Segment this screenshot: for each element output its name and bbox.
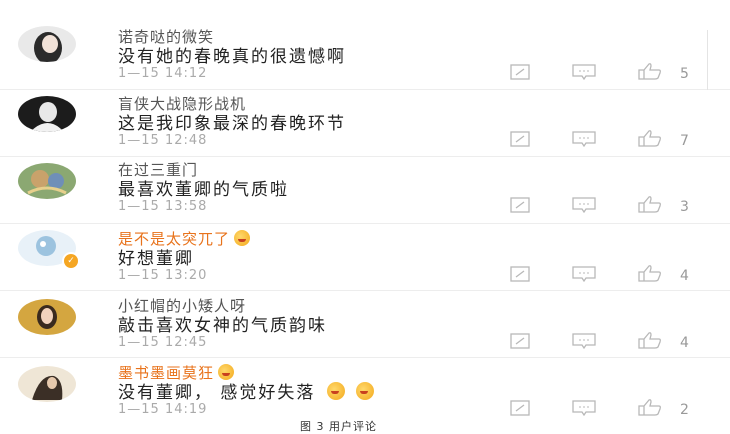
like-count: 7 <box>680 133 689 149</box>
reply-icon[interactable] <box>572 197 596 213</box>
comment-icon[interactable] <box>510 131 530 147</box>
like-count: 3 <box>680 199 689 215</box>
timestamp: 1—15 14:12 <box>118 66 208 81</box>
timestamp: 1—15 12:45 <box>118 335 208 350</box>
avatar[interactable] <box>18 26 76 62</box>
avatar[interactable] <box>18 366 76 402</box>
comment-icon[interactable] <box>510 197 530 213</box>
timestamp: 1—15 12:48 <box>118 133 208 148</box>
comment-text: 没有她的春晚真的很遗憾啊 <box>118 47 346 67</box>
comment-item: 小红帽的小矮人呀 敲击喜欢女神的气质韵味 1—15 12:45 4 <box>0 291 730 358</box>
comment-icon[interactable] <box>510 400 530 416</box>
timestamp: 1—15 14:19 <box>118 402 208 417</box>
comment-item: ✓ 是不是太突兀了 好想董卿 1—15 13:20 4 <box>0 224 730 291</box>
comment-item: 墨书墨画莫狂 没有董卿， 感觉好失落 1—15 14:19 2 <box>0 358 730 425</box>
thumbs-up-icon[interactable] <box>638 129 662 147</box>
emoji-icon <box>356 382 375 400</box>
comment-text: 最喜欢董卿的气质啦 <box>118 180 289 200</box>
thumbs-up-icon[interactable] <box>638 264 662 282</box>
thumbs-up-icon[interactable] <box>638 62 662 80</box>
like-count: 4 <box>680 335 689 351</box>
comment-item: 诺奇哒的微笑 没有她的春晚真的很遗憾啊 1—15 14:12 5 <box>0 0 730 90</box>
like-count: 2 <box>680 402 689 418</box>
comment-text: 这是我印象最深的春晚环节 <box>118 114 346 134</box>
reply-icon[interactable] <box>572 64 596 80</box>
comment-item: 在过三重门 最喜欢董卿的气质啦 1—15 13:58 3 <box>0 157 730 224</box>
comment-icon[interactable] <box>510 333 530 349</box>
thumbs-up-icon[interactable] <box>638 331 662 349</box>
thumbs-up-icon[interactable] <box>638 398 662 416</box>
timestamp: 1—15 13:58 <box>118 199 208 214</box>
comment-text: 敲击喜欢女神的气质韵味 <box>118 316 327 336</box>
comment-text: 没有董卿， 感觉好失落 <box>118 378 375 403</box>
verified-badge-icon: ✓ <box>62 252 80 270</box>
avatar[interactable] <box>18 96 76 132</box>
comment-item: 盲侠大战隐形战机 这是我印象最深的春晚环节 1—15 12:48 7 <box>0 90 730 157</box>
figure-caption: 图 3 用户评论 <box>300 420 377 433</box>
emoji-icon <box>326 382 345 400</box>
comment-icon[interactable] <box>510 64 530 80</box>
comment-icon[interactable] <box>510 266 530 282</box>
like-count: 5 <box>680 66 689 82</box>
avatar[interactable] <box>18 299 76 335</box>
reply-icon[interactable] <box>572 400 596 416</box>
reply-icon[interactable] <box>572 266 596 282</box>
reply-icon[interactable] <box>572 131 596 147</box>
avatar[interactable] <box>18 163 76 199</box>
comment-text: 好想董卿 <box>118 249 194 269</box>
comment-list: 诺奇哒的微笑 没有她的春晚真的很遗憾啊 1—15 14:12 5 盲侠大战隐形战… <box>0 0 730 425</box>
like-count: 4 <box>680 268 689 284</box>
emoji-icon <box>234 230 251 246</box>
reply-icon[interactable] <box>572 333 596 349</box>
divider <box>707 30 708 90</box>
timestamp: 1—15 13:20 <box>118 268 208 283</box>
thumbs-up-icon[interactable] <box>638 195 662 213</box>
